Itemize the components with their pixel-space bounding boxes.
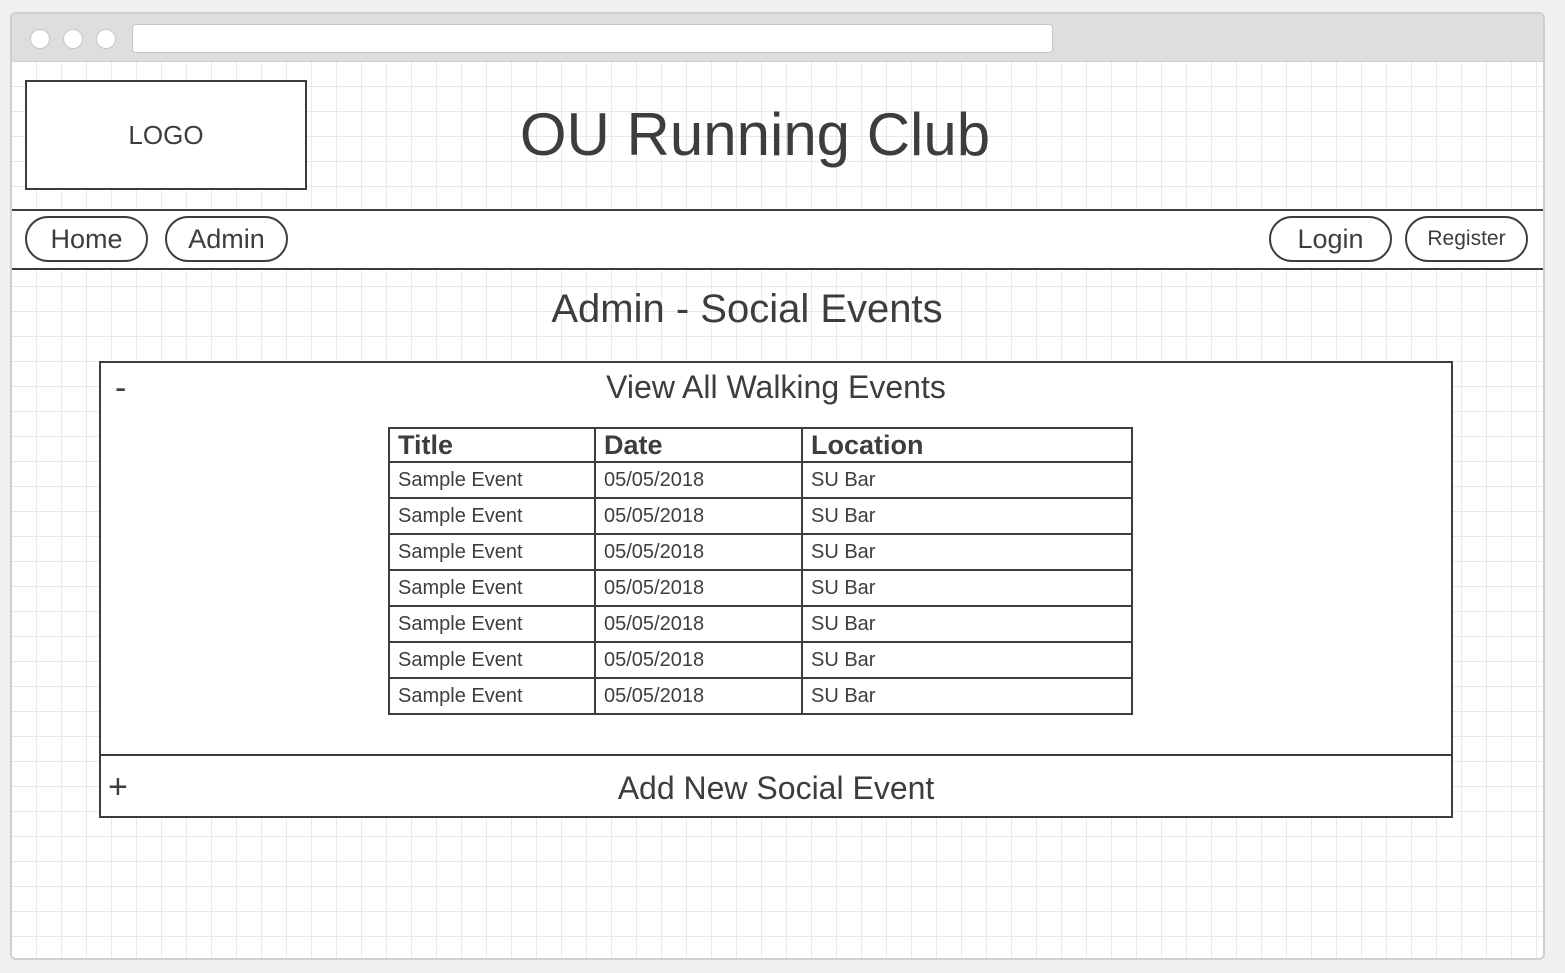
cell-location: SU Bar (801, 533, 1133, 571)
events-panel-title: View All Walking Events (606, 369, 946, 405)
window-maximize-dot[interactable] (96, 29, 116, 49)
column-header-date: Date (594, 427, 803, 463)
cell-title: Sample Event (388, 677, 596, 715)
cell-date: 05/05/2018 (594, 605, 803, 643)
table-row[interactable]: Sample Event 05/05/2018 SU Bar (388, 605, 1133, 643)
cell-date: 05/05/2018 (594, 641, 803, 679)
table-row[interactable]: Sample Event 05/05/2018 SU Bar (388, 533, 1133, 571)
browser-titlebar (12, 14, 1543, 62)
table-row[interactable]: Sample Event 05/05/2018 SU Bar (388, 641, 1133, 679)
add-event-panel-title: Add New Social Event (617, 770, 935, 806)
cell-location: SU Bar (801, 497, 1133, 535)
table-row[interactable]: Sample Event 05/05/2018 SU Bar (388, 461, 1133, 499)
cell-location: SU Bar (801, 461, 1133, 499)
cell-location: SU Bar (801, 569, 1133, 607)
cell-title: Sample Event (388, 569, 596, 607)
cell-location: SU Bar (801, 677, 1133, 715)
window-minimize-dot[interactable] (63, 29, 83, 49)
address-bar[interactable] (132, 24, 1053, 53)
cell-title: Sample Event (388, 461, 596, 499)
table-row[interactable]: Sample Event 05/05/2018 SU Bar (388, 497, 1133, 535)
table-row[interactable]: Sample Event 05/05/2018 SU Bar (388, 677, 1133, 715)
table-header-row: Title Date Location (388, 427, 1133, 463)
cell-date: 05/05/2018 (594, 497, 803, 535)
cell-date: 05/05/2018 (594, 461, 803, 499)
nav-admin-button[interactable]: Admin (165, 216, 288, 262)
cell-title: Sample Event (388, 533, 596, 571)
events-table: Title Date Location Sample Event 05/05/2… (388, 427, 1133, 715)
cell-title: Sample Event (388, 497, 596, 535)
cell-date: 05/05/2018 (594, 677, 803, 715)
add-event-panel[interactable]: + Add New Social Event (99, 754, 1453, 818)
login-button[interactable]: Login (1269, 216, 1392, 262)
navbar: Home Admin Login Register (12, 209, 1543, 270)
cell-date: 05/05/2018 (594, 569, 803, 607)
cell-location: SU Bar (801, 641, 1133, 679)
events-panel: - View All Walking Events Title Date Loc… (99, 361, 1453, 756)
site-title: OU Running Club (519, 101, 991, 168)
table-row[interactable]: Sample Event 05/05/2018 SU Bar (388, 569, 1133, 607)
page-title: Admin - Social Events (551, 287, 943, 331)
cell-title: Sample Event (388, 641, 596, 679)
nav-home-button[interactable]: Home (25, 216, 148, 262)
column-header-location: Location (801, 427, 1133, 463)
browser-window: LOGO OU Running Club Home Admin Login Re… (10, 12, 1545, 960)
cell-location: SU Bar (801, 605, 1133, 643)
register-button[interactable]: Register (1405, 216, 1528, 262)
window-close-dot[interactable] (30, 29, 50, 49)
page-canvas: LOGO OU Running Club Home Admin Login Re… (12, 62, 1543, 958)
column-header-title: Title (388, 427, 596, 463)
cell-title: Sample Event (388, 605, 596, 643)
cell-date: 05/05/2018 (594, 533, 803, 571)
